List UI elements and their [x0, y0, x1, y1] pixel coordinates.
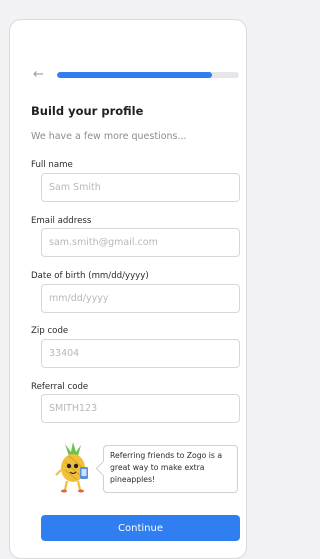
back-arrow-icon[interactable]: ← [33, 68, 45, 81]
referral-message: Referring friends to Zogo is a great way… [110, 451, 223, 484]
signup-screen: ← Build your profile We have a few more … [9, 19, 247, 559]
email-input[interactable] [41, 228, 240, 257]
speech-bubble-tail [95, 460, 112, 477]
dob-input[interactable] [41, 284, 240, 313]
referral-info-bubble: Referring friends to Zogo is a great way… [95, 445, 238, 493]
full-name-input[interactable] [41, 173, 240, 202]
continue-button[interactable]: Continue [41, 515, 240, 541]
zip-code-label: Zip code [31, 326, 69, 336]
page-title: Build your profile [31, 104, 144, 118]
progress-bar [57, 72, 239, 78]
dob-label: Date of birth (mm/dd/yyyy) [31, 271, 149, 281]
progress-fill [57, 72, 212, 78]
email-label: Email address [31, 216, 92, 226]
referral-code-label: Referral code [31, 382, 89, 392]
page-subtitle: We have a few more questions... [31, 131, 187, 142]
referral-code-input[interactable] [41, 394, 240, 423]
pineapple-mascot-icon [55, 442, 88, 493]
full-name-label: Full name [31, 160, 73, 170]
zip-code-input[interactable] [41, 339, 240, 368]
